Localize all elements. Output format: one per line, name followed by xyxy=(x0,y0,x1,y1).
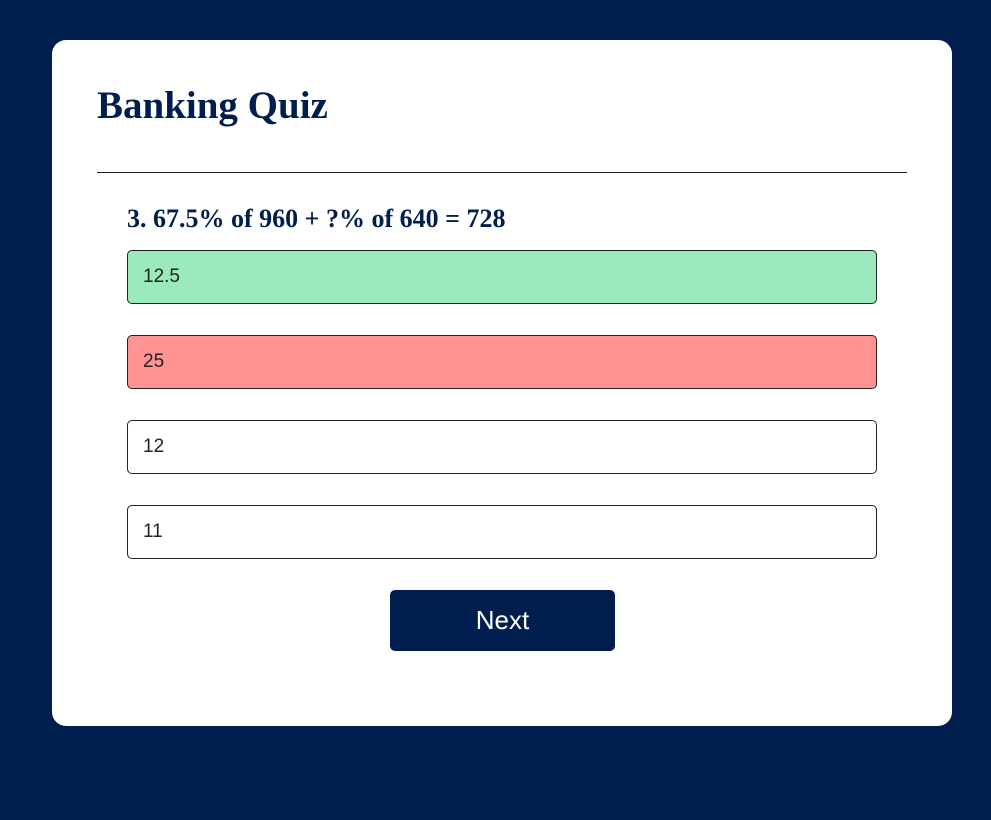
answer-label: 12 xyxy=(143,436,165,457)
quiz-title: Banking Quiz xyxy=(97,84,328,127)
answer-option-3[interactable]: 12 xyxy=(127,420,877,474)
title-divider xyxy=(97,172,907,173)
quiz-card: Banking Quiz 3. 67.5% of 960 + ?% of 640… xyxy=(52,40,952,726)
answer-option-2[interactable]: 25 xyxy=(127,335,877,389)
answer-option-4[interactable]: 11 xyxy=(127,505,877,559)
answer-label: 11 xyxy=(143,521,163,542)
next-button[interactable]: Next xyxy=(390,590,615,651)
answer-label: 12.5 xyxy=(143,266,180,287)
answer-option-1[interactable]: 12.5 xyxy=(127,250,877,304)
question-text: 3. 67.5% of 960 + ?% of 640 = 728 xyxy=(127,204,506,233)
answer-label: 25 xyxy=(143,351,165,372)
